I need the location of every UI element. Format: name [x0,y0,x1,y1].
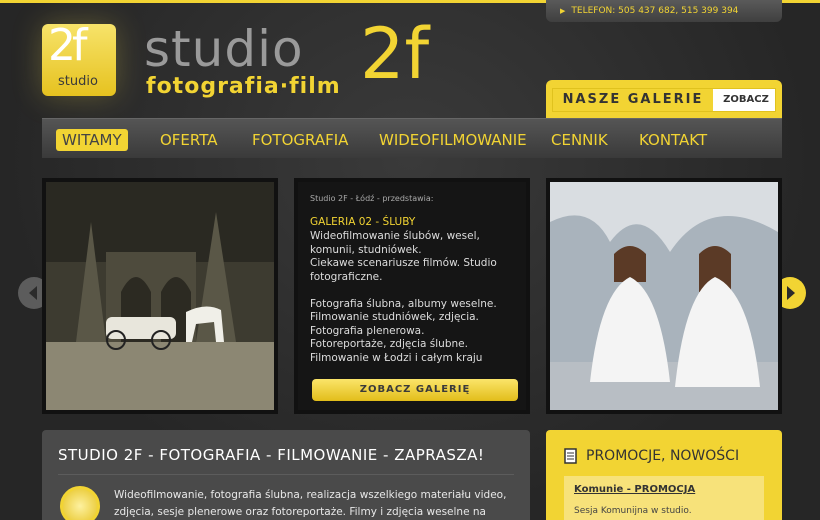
phone-text: TELEFON: 505 437 682, 515 399 394 [571,6,739,16]
promo-link[interactable]: Komunie - PROMOCJA [574,484,695,495]
slider-gallery-title[interactable]: GALERIA 02 - ŚLUBY [310,216,514,230]
galleries-box: NASZE GALERIE ZOBACZ [546,80,782,120]
decorative-circle-icon [60,486,100,520]
nav-item-cennik[interactable]: CENNIK [547,129,612,151]
nav-item-kontakt[interactable]: KONTAKT [635,129,711,151]
phone-tab: ▶ TELEFON: 505 437 682, 515 399 394 [546,0,782,22]
brand-2f: 2f [360,13,430,95]
see-gallery-button[interactable]: ZOBACZ GALERIĘ [312,379,518,401]
document-icon [564,448,577,464]
promo-section: PROMOCJE, NOWOŚCI Komunie - PROMOCJA Ses… [546,430,782,520]
slider-intro: Studio 2F - Łódź - przedstawia: [310,194,434,203]
nav-item-wideofilmowanie[interactable]: WIDEOFILMOWANIE [375,129,531,151]
logo-number: 2f [48,20,88,71]
church-carriage-image [46,182,274,410]
slider-description: Studio 2F - Łódź - przedstawia: GALERIA … [294,178,530,414]
galleries-inner: NASZE GALERIE ZOBACZ [552,88,776,112]
nav-item-oferta[interactable]: OFERTA [156,129,222,151]
promo-item: Komunie - PROMOCJA Sesja Komunijna w stu… [564,476,764,520]
slider-text: Wideofilmowanie ślubów, wesel, komunii, … [310,230,497,364]
galleries-see-button[interactable]: ZOBACZ [717,89,775,111]
triangle-bullet-icon: ▶ [560,7,566,15]
logo-small-text: studio [58,74,98,89]
brand-word: studio [144,20,304,78]
gallery-photo-church-carriage[interactable] [42,178,278,414]
about-section: STUDIO 2F - FOTOGRAFIA - FILMOWANIE - ZA… [42,430,530,520]
galleries-label[interactable]: NASZE GALERIE [553,89,713,111]
main-nav: WITAMY OFERTA FOTOGRAFIA WIDEOFILMOWANIE… [42,118,782,158]
promo-title: PROMOCJE, NOWOŚCI [586,448,740,464]
gallery-photo-communion-girls[interactable] [546,178,782,414]
about-heading: STUDIO 2F - FOTOGRAFIA - FILMOWANIE - ZA… [58,446,485,464]
nav-item-fotografia[interactable]: FOTOGRAFIA [248,129,352,151]
logo[interactable]: 2f studio [42,20,116,96]
promo-subtext: Sesja Komunijna w studio. [574,506,692,516]
brand-tagline: fotografia·film [146,74,341,99]
about-divider [58,474,514,475]
about-body: Wideofilmowanie, fotografia ślubna, real… [114,489,507,518]
communion-girls-image [550,182,778,410]
nav-item-witamy[interactable]: WITAMY [56,129,128,151]
